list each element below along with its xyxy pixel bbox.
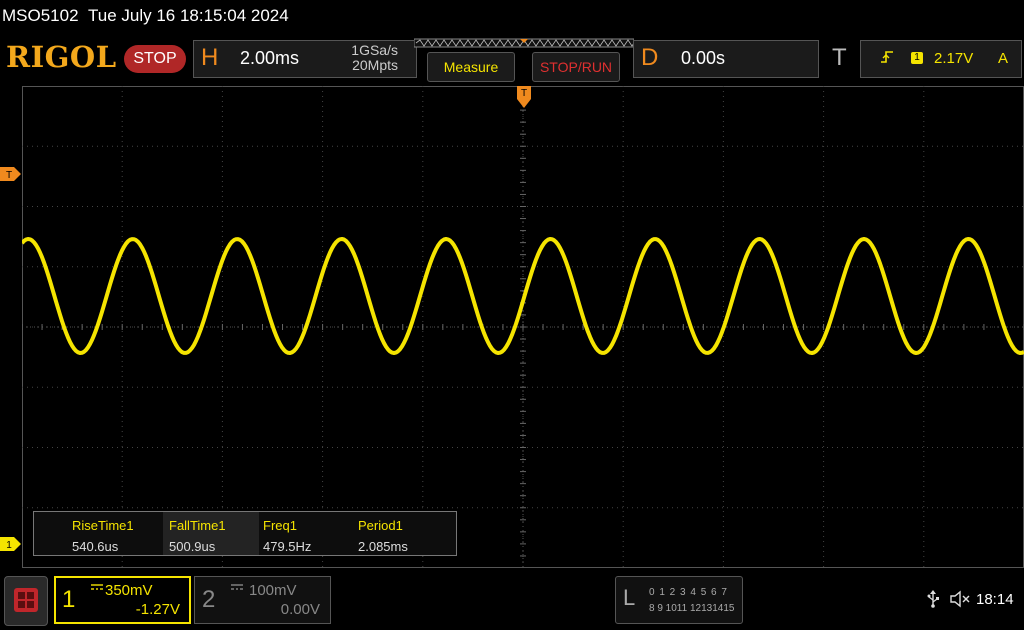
speaker-muted-icon[interactable]	[950, 590, 972, 613]
dc-coupling-icon	[90, 582, 104, 595]
timebase-value: 2.00ms	[240, 48, 300, 68]
rigol-logo: RIGOL	[6, 40, 117, 74]
trigger-position-label: T	[521, 88, 527, 99]
measurement-value: 500.9us	[169, 539, 216, 554]
system-clock: 18:14	[976, 591, 1014, 608]
trigger-position-marker[interactable]: T	[515, 86, 533, 115]
usb-icon	[926, 590, 940, 613]
memory-depth: 20Mpts	[352, 57, 398, 73]
delay-value: 0.00s	[681, 48, 726, 68]
measurement-frequency[interactable]: Freq1 479.5Hz	[257, 512, 353, 555]
channel2-scale: 100mV	[249, 582, 297, 599]
trigger-source-badge: 1	[911, 52, 923, 64]
delay-panel[interactable]	[633, 40, 819, 78]
channel1-marker-label: 1	[6, 540, 12, 551]
horizontal-letter: H	[201, 44, 219, 71]
measurement-label: FallTime1	[169, 518, 226, 533]
trigger-mode-value: A	[998, 50, 1009, 67]
measurement-period[interactable]: Period1 2.085ms	[352, 512, 448, 555]
trigger-level-value: 2.17V	[934, 50, 974, 67]
dc-coupling-icon	[230, 582, 244, 595]
measure-button[interactable]: Measure	[427, 52, 515, 82]
waveform-display[interactable]	[22, 86, 1024, 568]
sample-rate: 1GSa/s	[351, 42, 398, 58]
main-menu-button[interactable]	[4, 576, 48, 626]
title-text: MSO5102 Tue July 16 18:15:04 2024	[2, 6, 289, 25]
measurement-label: RiseTime1	[72, 518, 134, 533]
measurement-label: Freq1	[263, 518, 297, 533]
channel1-scale: 350mV	[105, 582, 153, 599]
logic-analyzer-letter: L	[623, 585, 636, 610]
measurement-label: Period1	[358, 518, 403, 533]
trigger-level-marker[interactable]: T	[0, 167, 24, 186]
menu-grid-icon	[14, 588, 38, 612]
channel2-number: 2	[202, 586, 216, 613]
logic-channels-row1: 0 1 2 3 4 5 6 7	[649, 587, 728, 598]
measurement-value: 479.5Hz	[263, 539, 312, 554]
measurement-value: 2.085ms	[358, 539, 408, 554]
channel2-offset: 0.00V	[280, 601, 320, 618]
channel1-offset: -1.27V	[135, 601, 180, 618]
acquisition-info: 1GSa/s 20Mpts	[320, 43, 398, 73]
delay-letter: D	[641, 44, 659, 71]
measurement-value: 540.6us	[72, 539, 119, 554]
measurement-risetime[interactable]: RiseTime1 540.6us	[66, 512, 162, 555]
stop-run-button[interactable]: STOP/RUN	[532, 52, 620, 82]
logic-channels-row2: 8 9 1011 12131415	[649, 603, 735, 614]
channel1-number: 1	[62, 586, 76, 613]
run-status-badge[interactable]: STOP	[124, 45, 186, 73]
trigger-letter: T	[832, 44, 847, 71]
measurement-panel[interactable]: RiseTime1 540.6us FallTime1 500.9us Freq…	[33, 511, 457, 556]
rising-edge-icon	[880, 50, 894, 67]
graticule	[22, 86, 1024, 568]
title-bar: MSO5102 Tue July 16 18:15:04 2024	[0, 0, 1024, 34]
memory-waveform-strip	[414, 38, 634, 48]
measurement-falltime[interactable]: FallTime1 500.9us	[163, 512, 259, 555]
trigger-level-label: T	[6, 170, 12, 181]
channel1-offset-marker[interactable]: 1	[0, 537, 24, 556]
